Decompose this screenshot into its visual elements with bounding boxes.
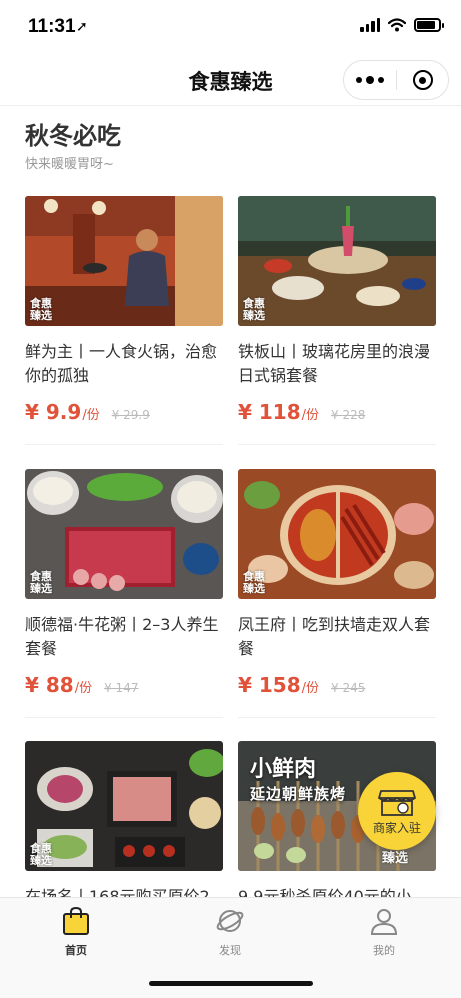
product-image: 食惠 臻选 [25,469,223,599]
tab-home[interactable]: 首页 [26,906,126,958]
status-icons [360,18,444,32]
price-unit: /份 [74,681,93,696]
original-price: ¥ 147 [104,681,139,695]
signal-icon [360,18,380,32]
status-bar: 11:31 ➚ [0,0,461,56]
card-divider [238,444,436,445]
watermark-logo: 食惠 臻选 [243,297,265,322]
nav-bar: 食惠臻选 [0,56,461,106]
merchant-entry-label: 商家入驻 [372,820,421,835]
price-unit: /份 [301,408,320,423]
status-time: 11:31 [28,16,76,37]
product-card[interactable]: 食惠 臻选 鲜为主丨一人食火锅，治愈你的孤独 ¥ 9.9 /份 ¥ 29.9 [25,196,223,424]
user-icon [370,909,398,935]
location-arrow-icon: ➚ [76,19,88,35]
battery-level [417,21,435,29]
battery-icon [414,18,444,32]
watermark-logo: 食惠 臻选 [30,570,52,595]
price-row: ¥ 118 /份 ¥ 228 [238,400,436,424]
tab-profile[interactable]: 我的 [334,906,434,958]
card-divider [25,444,223,445]
product-card[interactable]: 食惠 臻选 凤王府丨吃到扶墙走双人套餐 ¥ 158 /份 ¥ 245 [238,469,436,697]
shopping-bag-icon [63,906,89,935]
product-price: ¥ 9.9 [25,400,82,424]
watermark-logo: 食惠 臻选 [243,570,265,595]
product-image: 食惠 臻选 [25,741,223,871]
banner-text: 小鲜肉 延边朝鲜族烤 [250,757,346,805]
price-row: ¥ 9.9 /份 ¥ 29.9 [25,400,223,424]
merchant-entry-button[interactable]: 商家入驻 [358,772,436,850]
tab-discover[interactable]: 发现 [180,906,280,958]
original-price: ¥ 29.9 [111,408,150,422]
tab-label: 发现 [219,944,241,957]
watermark-logo: 食惠 臻选 [30,842,52,867]
shop-icon [378,789,416,816]
product-price: ¥ 88 [25,673,74,697]
tab-label: 首页 [65,944,87,957]
card-divider [25,717,223,718]
mini-program-capsule [343,60,449,100]
card-divider [238,717,436,718]
section-subtitle: 快来暖暖胃呀~ [25,157,114,172]
home-indicator[interactable] [149,981,313,986]
watermark-logo: 臻选 [381,851,408,866]
close-target-icon[interactable] [397,70,448,90]
product-title: 鲜为主丨一人食火锅，治愈你的孤独 [25,342,218,385]
banner-line1: 小鲜肉 [250,757,317,782]
product-price: ¥ 158 [238,673,301,697]
original-price: ¥ 245 [331,681,366,695]
product-title: 铁板山丨玻璃花房里的浪漫日式锅套餐 [238,342,431,385]
planet-icon [216,910,244,932]
more-dots-icon[interactable] [344,61,396,99]
section-title: 秋冬必吃 [25,122,121,150]
product-title: 顺德福·牛花粥丨2–3人养生套餐 [25,615,219,658]
price-row: ¥ 158 /份 ¥ 245 [238,673,436,697]
product-card[interactable]: 食惠 臻选 铁板山丨玻璃花房里的浪漫日式锅套餐 ¥ 118 /份 ¥ 228 [238,196,436,424]
product-title: 凤王府丨吃到扶墙走双人套餐 [238,615,431,658]
product-image: 食惠 臻选 [238,469,436,599]
wifi-icon [388,18,406,32]
tab-label: 我的 [373,944,395,957]
product-price: ¥ 118 [238,400,301,424]
product-image: 食惠 臻选 [25,196,223,326]
price-unit: /份 [301,681,320,696]
original-price: ¥ 228 [331,408,366,422]
watermark-logo: 食惠 臻选 [30,297,52,322]
price-unit: /份 [82,408,100,423]
product-card[interactable]: 食惠 臻选 顺德福·牛花粥丨2–3人养生套餐 ¥ 88 /份 ¥ 147 [25,469,223,697]
product-image: 食惠 臻选 [238,196,436,326]
price-row: ¥ 88 /份 ¥ 147 [25,673,223,697]
banner-line2: 延边朝鲜族烤 [250,785,347,803]
